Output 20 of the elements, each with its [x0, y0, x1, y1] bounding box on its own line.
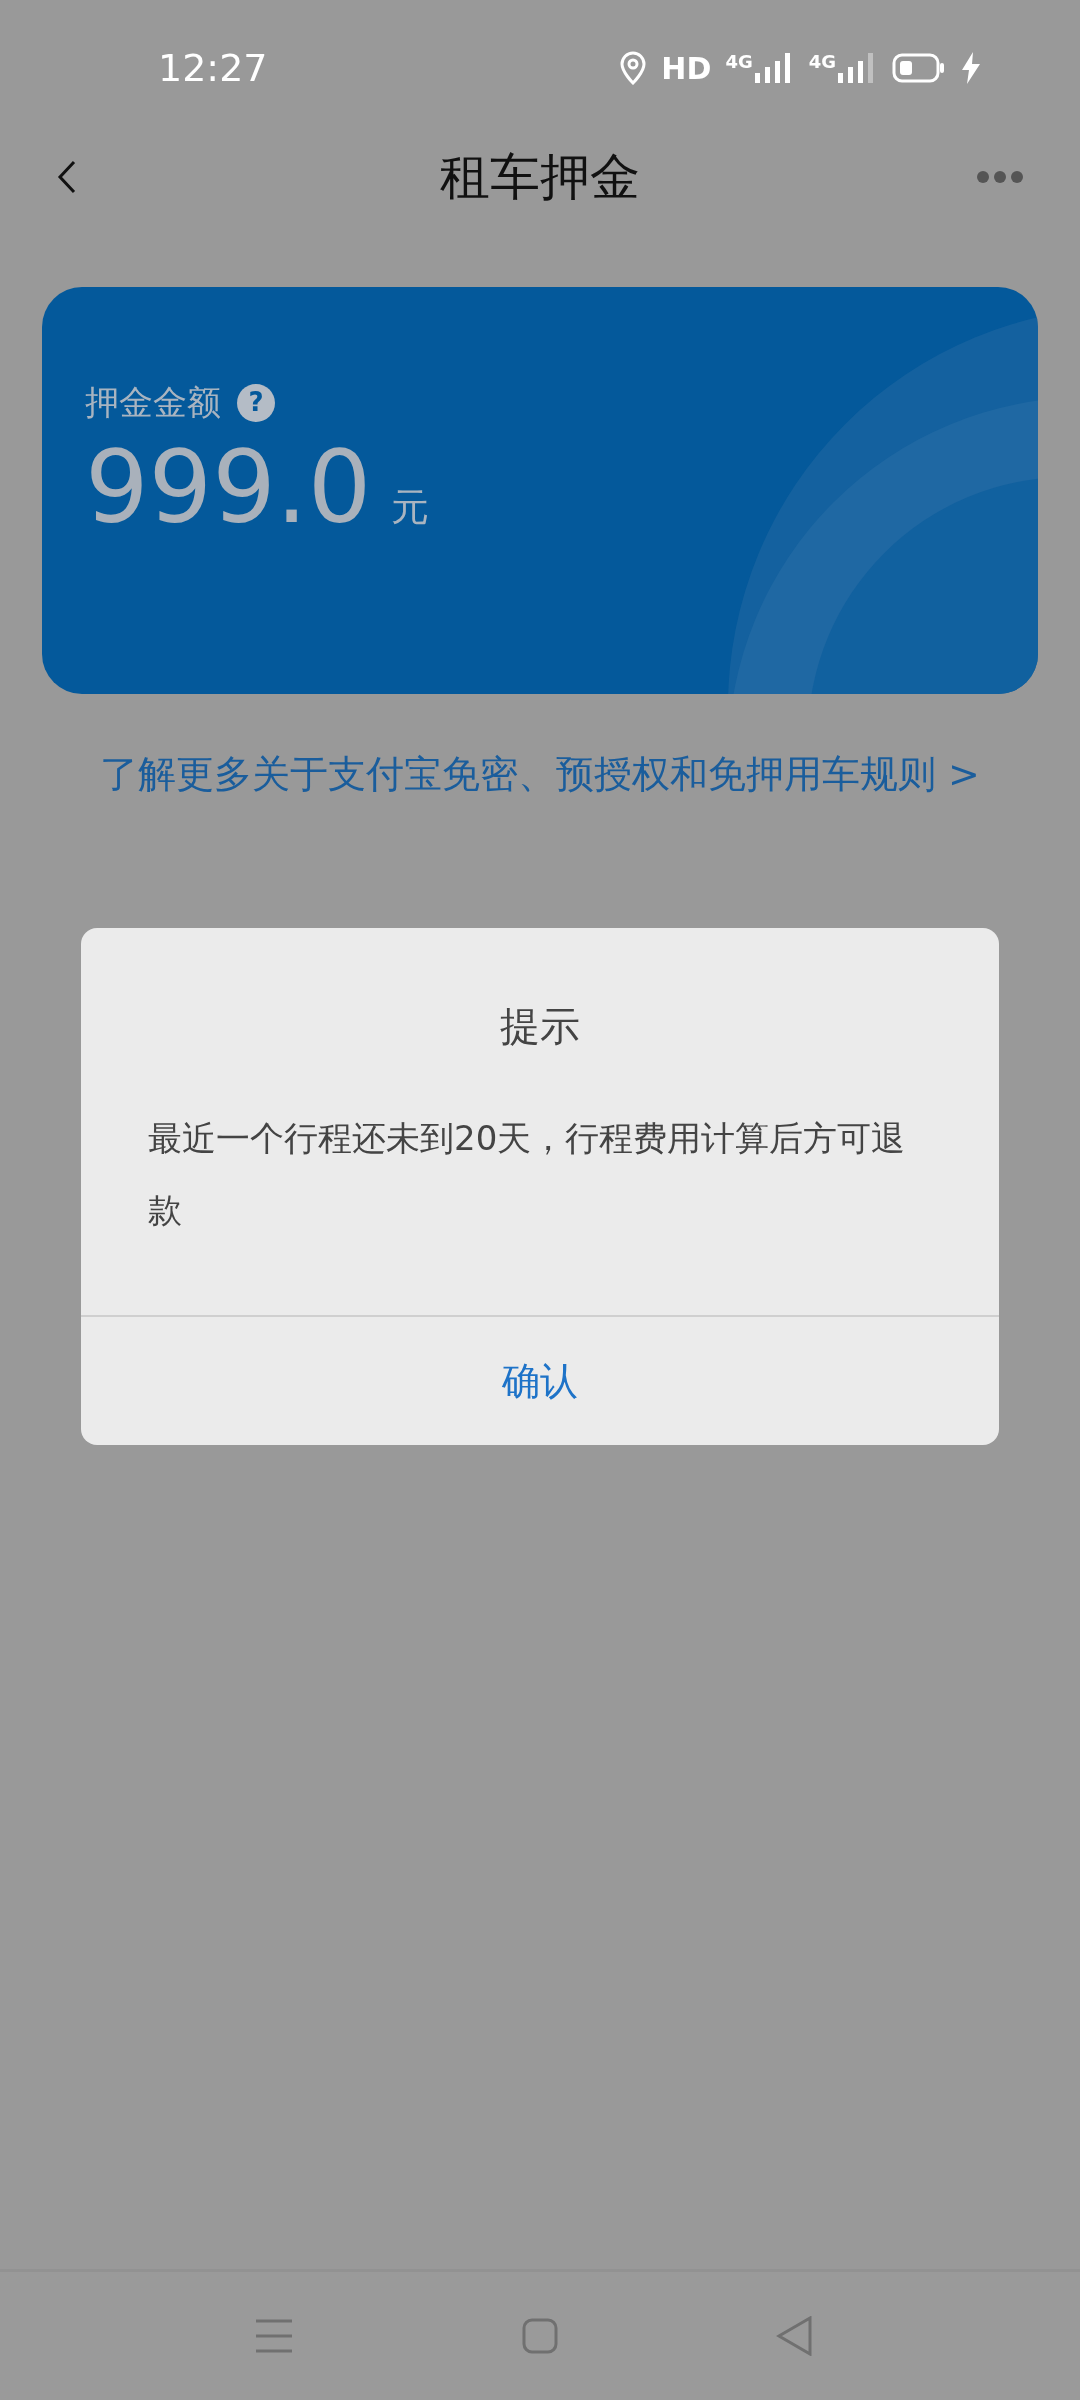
- dialog-message: 最近一个行程还未到20天，行程费用计算后方可退款: [148, 1117, 907, 1232]
- more-icon[interactable]: [976, 170, 1024, 184]
- back-icon[interactable]: [56, 159, 78, 195]
- home-icon[interactable]: [522, 2318, 558, 2354]
- menu-icon[interactable]: [256, 2319, 292, 2353]
- rules-link[interactable]: 了解更多关于支付宝免密、预授权和免押用车规则 >: [100, 746, 980, 803]
- network-label: 4G: [725, 53, 753, 71]
- dialog-title: 提示: [500, 1002, 580, 1051]
- hd-indicator: HD: [661, 49, 712, 88]
- charging-icon: [962, 52, 980, 84]
- page-title: 租车押金: [440, 146, 640, 208]
- deposit-label: 押金金额: [85, 381, 221, 424]
- confirm-button[interactable]: 确认: [81, 1317, 999, 1445]
- status-time: 12:27: [158, 44, 268, 92]
- back-nav-icon[interactable]: [776, 2316, 812, 2356]
- help-icon[interactable]: ?: [237, 383, 275, 422]
- currency-unit: 元: [391, 484, 430, 531]
- network-label: 4G: [808, 53, 836, 71]
- deposit-amount: 999.0: [85, 438, 372, 538]
- location-icon: [619, 51, 648, 85]
